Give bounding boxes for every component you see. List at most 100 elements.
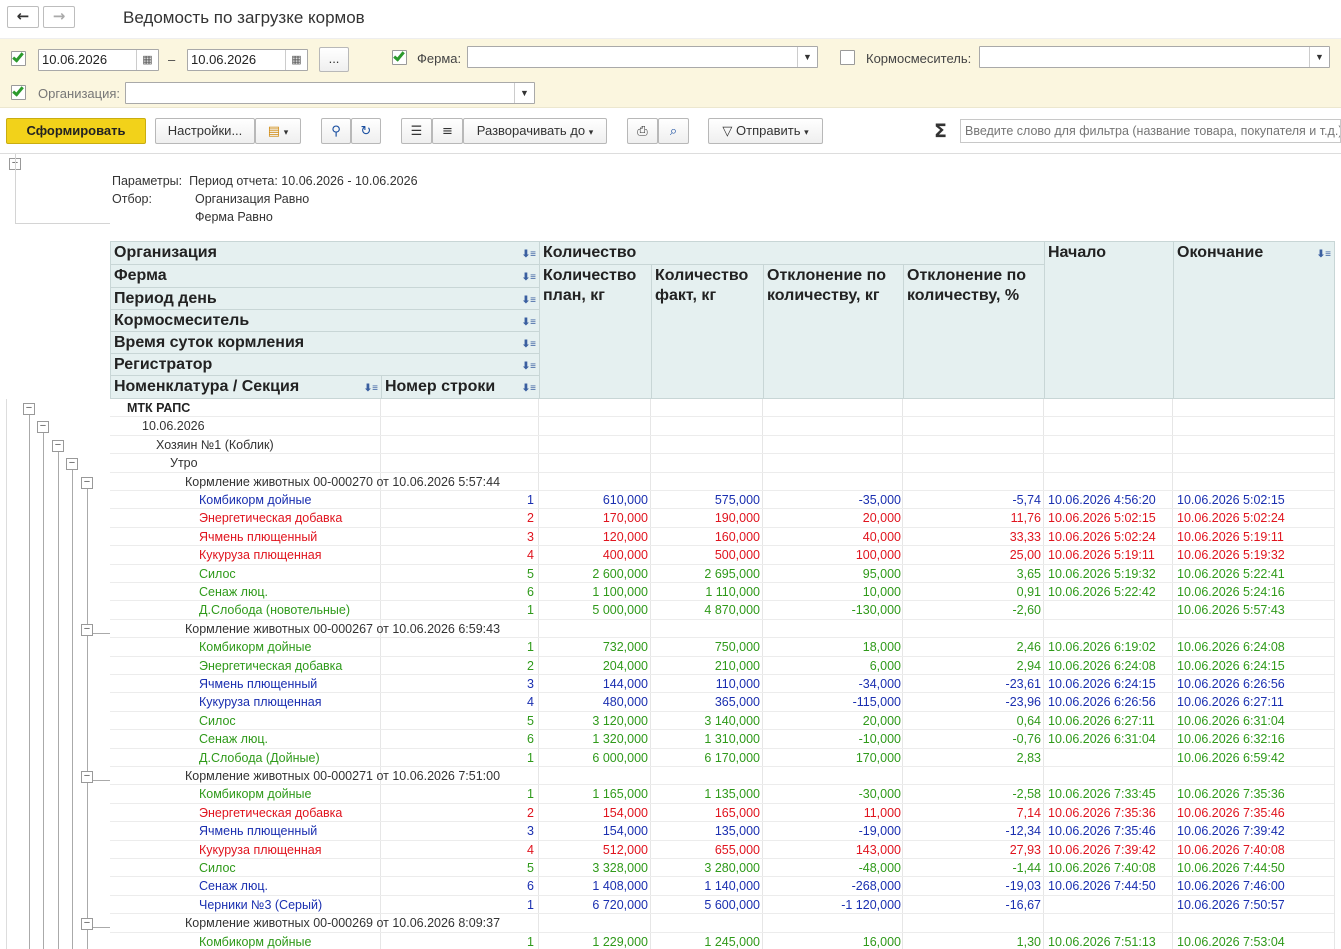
report-spreadsheet[interactable]: − Параметры: Период отчета: 10.06.2026 -…: [0, 153, 1341, 949]
cell-start: 10.06.2026 6:31:04: [1048, 732, 1156, 747]
farm-field[interactable]: ▼: [467, 46, 818, 68]
cell-line-number: 1: [527, 750, 534, 765]
calendar-icon[interactable]: ▦: [136, 50, 158, 70]
collapse-all-button[interactable]: ≡: [432, 118, 463, 144]
cell-end: 10.06.2026 6:24:08: [1177, 640, 1285, 655]
registrar-row[interactable]: Кормление животных 00-000269 от 10.06.20…: [110, 914, 1334, 933]
table-row[interactable]: Кукуруза плющенная 4 400,000 500,000 100,000…: [110, 546, 1334, 565]
mixer-checkbox[interactable]: [840, 50, 855, 65]
header-mixer[interactable]: Кормосмеситель ⬇≡: [110, 309, 540, 332]
preview-button[interactable]: ⌕: [658, 118, 689, 144]
header-fact[interactable]: Количество факт, кг: [651, 264, 764, 399]
group-row-day[interactable]: 10.06.2026: [110, 417, 1334, 436]
cell-fact: 5 600,000: [704, 897, 760, 912]
collapse-toggle[interactable]: −: [52, 440, 64, 452]
date-from-field[interactable]: 10.06.2026 ▦: [38, 49, 159, 71]
find-next-button[interactable]: ↻: [351, 118, 381, 144]
group-row-organization[interactable]: МТК РАПС: [110, 399, 1334, 418]
table-row[interactable]: Энергетическая добавка 2 170,000 190,000 20,…: [110, 509, 1334, 528]
collapse-toggle[interactable]: −: [81, 624, 93, 636]
cell-start: 10.06.2026 6:24:15: [1048, 677, 1156, 691]
find-button[interactable]: ⚲: [321, 118, 351, 144]
header-period-day[interactable]: Период день ⬇≡: [110, 287, 540, 310]
registrar-row[interactable]: Кормление животных 00-000267 от 10.06.20…: [110, 620, 1334, 639]
cell-start: 10.06.2026 4:56:20: [1048, 493, 1156, 507]
collapse-toggle[interactable]: −: [81, 477, 93, 489]
cell-deviation-pct: 2,94: [1016, 658, 1041, 673]
calendar-icon[interactable]: ▦: [285, 50, 307, 70]
table-row[interactable]: Сенаж люц. 6 1 408,000 1 140,000 -268,000 -19…: [110, 877, 1334, 896]
variants-button[interactable]: ▤ ▾: [255, 118, 301, 144]
collapse-toggle[interactable]: −: [37, 421, 49, 433]
expand-to-button[interactable]: Разворачивать до ▾: [463, 118, 607, 144]
header-plan[interactable]: Количество план, кг: [539, 264, 652, 399]
table-row[interactable]: Энергетическая добавка 2 204,000 210,000 6,0…: [110, 657, 1334, 675]
dropdown-icon[interactable]: ▼: [514, 83, 534, 103]
back-button[interactable]: ←: [7, 6, 39, 28]
table-row[interactable]: Силос 5 3 120,000 3 140,000 20,000 0,64 10.06.…: [110, 712, 1334, 731]
header-start[interactable]: Начало: [1044, 241, 1174, 399]
collapse-toggle[interactable]: −: [81, 918, 93, 930]
date-to-field[interactable]: 10.06.2026 ▦: [187, 49, 308, 71]
table-row[interactable]: Сенаж люц. 6 1 100,000 1 110,000 10,000 0,91 1…: [110, 583, 1334, 602]
generate-button[interactable]: Сформировать: [6, 118, 146, 144]
table-row[interactable]: Энергетическая добавка 2 154,000 165,000 11,…: [110, 804, 1334, 823]
filter-search-input[interactable]: [960, 119, 1341, 143]
organization-field[interactable]: ▼: [125, 82, 535, 104]
period-checkbox[interactable]: [11, 50, 26, 66]
registrar-row[interactable]: Кормление животных 00-000270 от 10.06.20…: [110, 473, 1334, 491]
table-row[interactable]: Ячмень плющенный 3 120,000 160,000 40,000 33,…: [110, 528, 1334, 547]
sum-icon[interactable]: Σ: [934, 120, 947, 142]
collapse-toggle[interactable]: −: [23, 403, 35, 415]
cell-start: 10.06.2026 6:24:08: [1048, 658, 1156, 673]
collapse-toggle[interactable]: −: [81, 771, 93, 783]
cell-plan: 204,000: [602, 658, 648, 673]
cell-fact: 4 870,000: [704, 603, 760, 618]
table-row[interactable]: Д.Слобода (новотельные) 1 5 000,000 4 870,0…: [110, 601, 1334, 620]
header-nomenclature[interactable]: Номенклатура / Секция ⬇≡: [110, 375, 382, 399]
cell-end: 10.06.2026 7:50:57: [1177, 897, 1285, 912]
table-row[interactable]: Кукуруза плющенная 4 480,000 365,000 -115,00…: [110, 693, 1334, 712]
cell-end: 10.06.2026 7:35:36: [1177, 787, 1285, 802]
cell-nomenclature: Черники №3 (Серый): [199, 897, 323, 912]
table-row[interactable]: Кукуруза плющенная 4 512,000 655,000 143,000…: [110, 841, 1334, 859]
collapse-toggle[interactable]: −: [66, 458, 78, 470]
header-line-number[interactable]: Номер строки ⬇≡: [381, 375, 540, 399]
farm-checkbox[interactable]: [392, 49, 407, 65]
mixer-field[interactable]: ▼: [979, 46, 1330, 68]
table-row[interactable]: Черники №3 (Серый) 1 6 720,000 5 600,000 -1 …: [110, 896, 1334, 915]
header-farm[interactable]: Ферма ⬇≡: [110, 264, 540, 288]
organization-checkbox[interactable]: [11, 84, 26, 100]
header-end[interactable]: Окончание ⬇≡: [1173, 241, 1335, 399]
table-row[interactable]: Комбикорм дойные 1 1 229,000 1 245,000 16,00…: [110, 933, 1334, 949]
table-row[interactable]: Ячмень плющенный 3 144,000 110,000 -34,000 -2…: [110, 675, 1334, 694]
header-feeding-time[interactable]: Время суток кормления ⬇≡: [110, 331, 540, 354]
forward-button[interactable]: →: [43, 6, 75, 28]
send-button[interactable]: ▽ Отправить ▾: [708, 118, 823, 144]
header-quantity[interactable]: Количество: [539, 241, 1045, 265]
print-button[interactable]: ⎙: [627, 118, 658, 144]
settings-button[interactable]: Настройки...: [155, 118, 255, 144]
registrar-row[interactable]: Кормление животных 00-000271 от 10.06.20…: [110, 767, 1334, 786]
expand-all-icon: ☰: [410, 124, 423, 139]
table-row[interactable]: Силос 5 3 328,000 3 280,000 -48,000 -1,44 10.0…: [110, 859, 1334, 878]
group-row-mixer[interactable]: Хозяин №1 (Коблик): [110, 436, 1334, 455]
table-row[interactable]: Комбикорм дойные 1 610,000 575,000 -35,000 -5…: [110, 491, 1334, 510]
dropdown-icon[interactable]: ▼: [1309, 47, 1329, 67]
group-row-time[interactable]: Утро: [110, 454, 1334, 473]
table-row[interactable]: Д.Слобода (Дойные) 1 6 000,000 6 170,000 170…: [110, 749, 1334, 767]
table-row[interactable]: Силос 5 2 600,000 2 695,000 95,000 3,65 10.06.…: [110, 565, 1334, 583]
header-organization[interactable]: Организация ⬇≡: [110, 241, 540, 265]
table-row[interactable]: Комбикорм дойные 1 1 165,000 1 135,000 -30,0…: [110, 785, 1334, 804]
header-deviation-kg[interactable]: Отклонение по количеству, кг: [763, 264, 904, 399]
cell-plan: 1 229,000: [592, 934, 648, 949]
header-registrar[interactable]: Регистратор ⬇≡: [110, 353, 540, 376]
dropdown-icon[interactable]: ▼: [797, 47, 817, 67]
expand-all-button[interactable]: ☰: [401, 118, 432, 144]
table-row[interactable]: Ячмень плющенный 3 154,000 135,000 -19,000 -1…: [110, 822, 1334, 841]
table-row[interactable]: Комбикорм дойные 1 732,000 750,000 18,000 2,4…: [110, 638, 1334, 657]
table-row[interactable]: Сенаж люц. 6 1 320,000 1 310,000 -10,000 -0,7…: [110, 730, 1334, 749]
period-select-button[interactable]: ...: [319, 47, 349, 72]
print-preview-icon: ⌕: [669, 124, 678, 139]
header-deviation-pct[interactable]: Отклонение по количеству, %: [903, 264, 1045, 399]
